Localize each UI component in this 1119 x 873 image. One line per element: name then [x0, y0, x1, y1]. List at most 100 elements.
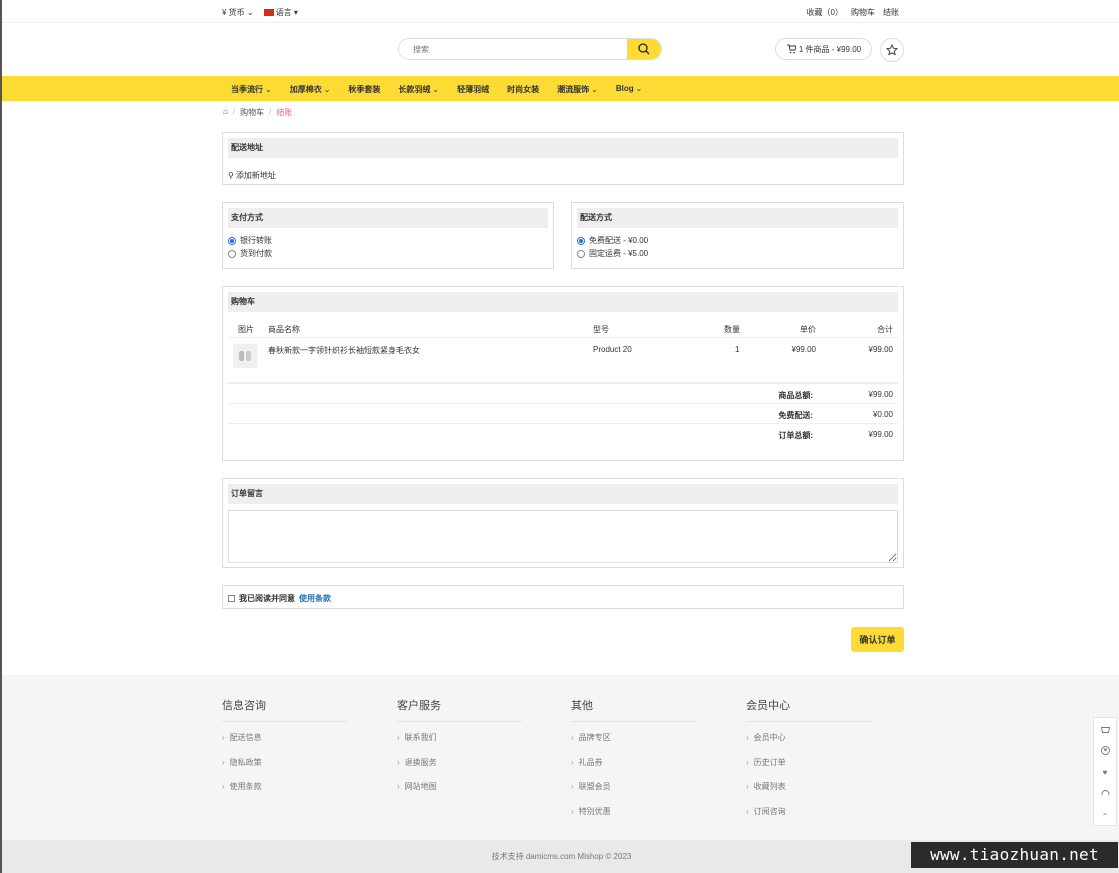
cart-link[interactable]: 购物车	[851, 7, 875, 18]
footer-column-title: 信息咨询	[222, 697, 347, 722]
radio-button[interactable]	[228, 236, 236, 245]
order-note-title: 订单留言	[228, 484, 898, 504]
product-thumbnail[interactable]	[233, 344, 257, 368]
mini-cart-button[interactable]: 1 件商品 - ¥99.00	[775, 38, 872, 60]
footer-column-title: 会员中心	[746, 697, 871, 722]
confirm-order-button[interactable]: 确认订单	[851, 627, 904, 652]
delivery-method-title: 配送方式	[577, 208, 898, 228]
star-icon	[886, 44, 898, 56]
payment-option-cod[interactable]: 货到付款	[228, 248, 272, 259]
nav-item[interactable]: 长款羽绒 ⌄	[398, 84, 439, 95]
footer-link[interactable]: 使用条款	[222, 781, 347, 806]
product-image-icon	[239, 351, 251, 361]
breadcrumb-current[interactable]: 结账	[276, 107, 292, 118]
footer-link[interactable]: 网站地图	[397, 781, 522, 806]
cart-panel: 购物车 图片 商品名称 型号 数量 单价 合计 春秋新款一字领针织衫长袖短款紧身…	[222, 286, 904, 461]
favorites-link[interactable]: 收藏（0）	[807, 7, 843, 18]
footer-link[interactable]: 隐私政策	[222, 757, 347, 782]
user-icon[interactable]	[1094, 740, 1116, 762]
headset-icon[interactable]	[1094, 783, 1116, 805]
footer-link[interactable]: 退换服务	[397, 757, 522, 782]
cart-table: 图片 商品名称 型号 数量 单价 合计 春秋新款一字领针织衫长袖短款紧身毛衣女 …	[228, 319, 898, 443]
nav-item[interactable]: Blog ⌄	[616, 84, 642, 95]
footer-link[interactable]: 特别优惠	[571, 806, 696, 831]
chevron-down-icon: ⌄	[265, 85, 272, 94]
floating-toolbar: ♥ ⌃	[1093, 717, 1117, 826]
footer-link[interactable]: 联盟会员	[571, 781, 696, 806]
header: 1 件商品 - ¥99.00	[2, 23, 1119, 76]
nav-item[interactable]: 当季流行 ⌄	[231, 84, 272, 95]
chevron-down-icon: ⌄	[635, 84, 643, 93]
agree-checkbox[interactable]	[228, 595, 235, 602]
column-name: 商品名称	[268, 325, 300, 334]
product-total: ¥99.00	[868, 345, 893, 354]
shipping-total-row: 免费配送: ¥0.00	[228, 403, 898, 423]
top-bar: ¥ 货币 ⌄ 语言 ▾ 收藏（0） 购物车 结账	[2, 0, 1119, 23]
heart-icon[interactable]: ♥	[1094, 762, 1116, 784]
search-input[interactable]	[399, 39, 629, 59]
delivery-option-free[interactable]: 免费配送 - ¥0.00	[577, 235, 648, 246]
search-box	[398, 38, 662, 60]
chevron-down-icon: ⌄	[246, 8, 254, 17]
terms-link[interactable]: 使用条款	[299, 593, 331, 604]
map-marker-icon: ⚲	[228, 171, 234, 180]
breadcrumb-separator: /	[232, 107, 236, 116]
product-model: Product 20	[593, 345, 632, 354]
breadcrumb: ⌂ / 购物车 / 结账	[223, 107, 292, 118]
footer-column-account: 会员中心 会员中心 历史订单 收藏列表 订阅咨询	[746, 697, 871, 830]
column-total: 合计	[877, 325, 893, 334]
home-icon[interactable]: ⌂	[223, 107, 228, 118]
subtotal-row: 商品总额: ¥99.00	[228, 383, 898, 403]
footer-link[interactable]: 会员中心	[746, 732, 871, 757]
delivery-method-panel: 配送方式 免费配送 - ¥0.00 固定运费 - ¥5.00	[571, 202, 904, 269]
footer-column-title: 其他	[571, 697, 696, 722]
footer-link[interactable]: 历史订单	[746, 757, 871, 782]
column-qty: 数量	[724, 325, 740, 334]
footer-link[interactable]: 订阅咨询	[746, 806, 871, 831]
delivery-option-flat[interactable]: 固定运费 - ¥5.00	[577, 248, 648, 259]
column-model: 型号	[593, 325, 609, 334]
nav-list: 当季流行 ⌄ 加厚棉衣 ⌄ 秋季套装 长款羽绒 ⌄ 轻薄羽绒 时尚女装 潮流服饰 ⌄ Blog ⌄	[231, 84, 660, 95]
column-price: 单价	[800, 325, 816, 334]
add-address-link[interactable]: ⚲ 添加新地址	[228, 170, 276, 181]
nav-item[interactable]: 秋季套装	[348, 84, 380, 95]
order-note-panel: 订单留言	[222, 478, 904, 568]
footer-link[interactable]: 配送信息	[222, 732, 347, 757]
radio-button[interactable]	[577, 236, 585, 245]
product-name-link[interactable]: 春秋新款一字领针织衫长袖短款紧身毛衣女	[268, 345, 420, 356]
basket-icon[interactable]	[1094, 718, 1116, 740]
footer-column-info: 信息咨询 配送信息 隐私政策 使用条款	[222, 697, 347, 806]
footer-link[interactable]: 联系我们	[397, 732, 522, 757]
chevron-down-icon: ⌄	[323, 85, 331, 94]
radio-button[interactable]	[228, 249, 236, 258]
payment-option-bank[interactable]: 银行转账	[228, 235, 272, 246]
main-nav: 当季流行 ⌄ 加厚棉衣 ⌄ 秋季套装 长款羽绒 ⌄ 轻薄羽绒 时尚女装 潮流服饰 ⌄ Blog ⌄	[2, 76, 1119, 101]
column-image: 图片	[238, 325, 254, 334]
footer-link[interactable]: 收藏列表	[746, 781, 871, 806]
order-total-row: 订单总额: ¥99.00	[228, 423, 898, 443]
cart-table-header: 图片 商品名称 型号 数量 单价 合计	[228, 319, 898, 338]
nav-item[interactable]: 轻薄羽绒	[457, 84, 489, 95]
terms-panel: 我已阅读并同意 使用条款	[222, 585, 904, 609]
language-selector[interactable]: 语言 ▾	[263, 7, 298, 18]
currency-selector[interactable]: ¥ 货币 ⌄	[222, 7, 254, 18]
radio-button[interactable]	[577, 249, 585, 258]
order-note-textarea[interactable]	[228, 510, 898, 563]
footer-link[interactable]: 品牌专区	[571, 732, 696, 757]
footer-column-title: 客户服务	[397, 697, 522, 722]
breadcrumb-cart[interactable]: 购物车	[240, 107, 264, 118]
search-button[interactable]	[627, 39, 661, 59]
mini-cart-summary: 1 件商品 - ¥99.00	[798, 44, 862, 54]
nav-item[interactable]: 潮流服饰 ⌄	[557, 84, 598, 95]
breadcrumb-separator: /	[269, 107, 272, 116]
checkout-link[interactable]: 结账	[883, 7, 899, 18]
nav-item[interactable]: 加厚棉衣 ⌄	[290, 84, 331, 95]
favorites-button[interactable]	[880, 38, 904, 62]
back-to-top-icon[interactable]: ⌃	[1094, 805, 1116, 827]
footer: 信息咨询 配送信息 隐私政策 使用条款 客户服务 联系我们 退换服务 网站地图 …	[2, 675, 1119, 840]
caret-down-icon: ▾	[293, 8, 298, 17]
watermark: www.tiaozhuan.net	[911, 842, 1118, 868]
nav-item[interactable]: 时尚女装	[507, 84, 539, 95]
footer-link[interactable]: 礼品券	[571, 757, 696, 782]
search-icon	[638, 43, 650, 55]
